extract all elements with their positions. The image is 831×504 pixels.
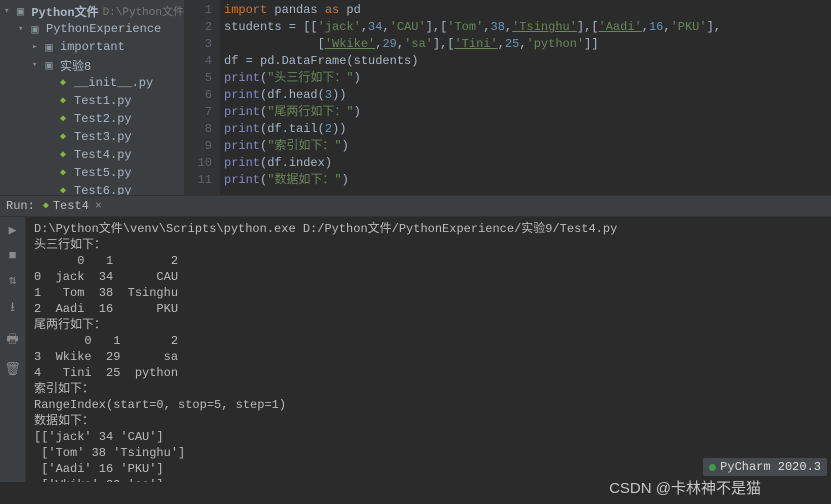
tree-file[interactable]: ◆__init__.py — [0, 74, 184, 92]
toggle-soft-wrap-icon[interactable]: ⇅ — [9, 273, 17, 288]
rerun-icon[interactable]: ▶ — [9, 223, 17, 238]
tree-file[interactable]: ◆Test3.py — [0, 128, 184, 146]
code-area[interactable]: import pandas as pdstudents = [['jack',3… — [220, 0, 831, 195]
run-tab-bar: Run: ◆ Test4 × — [0, 195, 831, 217]
status-dot-icon — [709, 464, 716, 471]
run-toolbar: ▶ ■ ⇅ ⭳ 🖶 🗑 — [0, 217, 26, 482]
code-editor[interactable]: 1234567891011 import pandas as pdstudent… — [185, 0, 831, 195]
console-output[interactable]: D:\Python文件\venv\Scripts\python.exe D:/P… — [26, 217, 831, 482]
ide-badge: PyCharm 2020.3 — [703, 458, 827, 476]
tree-file[interactable]: ◆Test5.py — [0, 164, 184, 182]
run-label: Run: — [6, 199, 35, 213]
tree-folder[interactable]: ▾▣实验8 — [0, 56, 184, 74]
run-tab-icon: ◆ — [43, 200, 49, 212]
tree-file[interactable]: ◆Test1.py — [0, 92, 184, 110]
tree-file[interactable]: ◆Test6.py — [0, 182, 184, 195]
stop-icon[interactable]: ■ — [9, 248, 17, 263]
delete-icon[interactable]: 🗑 — [4, 362, 21, 377]
tree-root[interactable]: ▾▣Python文件D:\Python文件 — [0, 2, 184, 20]
print-icon[interactable]: 🖶 — [6, 330, 18, 352]
ide-badge-text: PyCharm 2020.3 — [720, 460, 821, 474]
tree-folder[interactable]: ▾▣PythonExperience — [0, 20, 184, 38]
tree-file[interactable]: ◆Test2.py — [0, 110, 184, 128]
tree-folder[interactable]: ▸▣important — [0, 38, 184, 56]
project-tree[interactable]: ▾▣Python文件D:\Python文件▾▣PythonExperience▸… — [0, 0, 185, 195]
watermark: CSDN @卡林神不是猫 — [609, 477, 761, 498]
close-icon[interactable]: × — [95, 199, 102, 213]
run-tab[interactable]: Test4 — [53, 199, 89, 213]
line-gutter: 1234567891011 — [185, 0, 220, 195]
scroll-to-end-icon[interactable]: ⭳ — [10, 298, 15, 320]
tree-file[interactable]: ◆Test4.py — [0, 146, 184, 164]
